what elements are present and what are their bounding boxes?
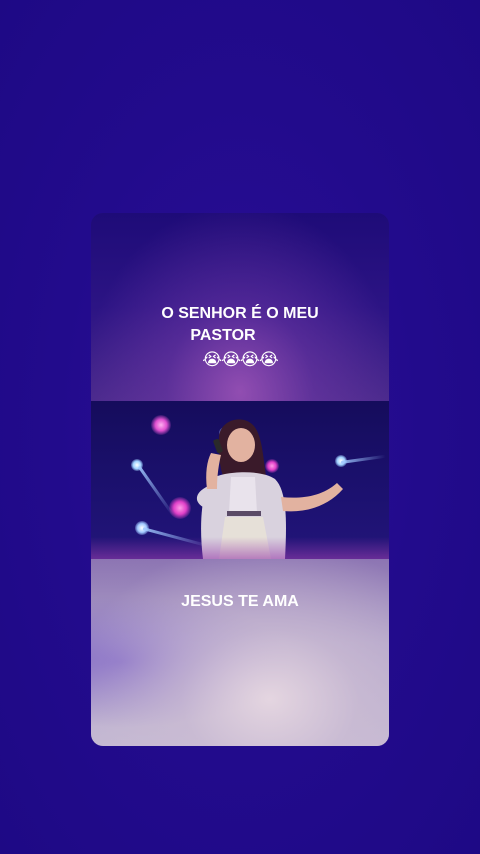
stage-floor	[91, 537, 389, 559]
bottom-caption-area: JESUS TE AMA	[91, 559, 389, 746]
post-card[interactable]: O SENHOR É O MEU PASTOR 😭😭😭😭 JESUS TE AM…	[91, 213, 389, 746]
top-caption-line1: O SENHOR É O MEU	[161, 305, 319, 322]
singer-figure	[196, 419, 343, 559]
singer-photo	[91, 401, 389, 559]
top-caption-area: O SENHOR É O MEU PASTOR 😭😭😭😭	[91, 213, 389, 401]
crying-emoji-row: 😭😭😭😭	[202, 350, 278, 369]
bottom-caption: JESUS TE AMA	[181, 593, 299, 610]
story-screen: O SENHOR É O MEU PASTOR 😭😭😭😭 JESUS TE AM…	[0, 0, 480, 854]
top-caption: O SENHOR É O MEU PASTOR 😭😭😭😭	[91, 303, 389, 371]
top-caption-line2: PASTOR	[190, 327, 256, 344]
